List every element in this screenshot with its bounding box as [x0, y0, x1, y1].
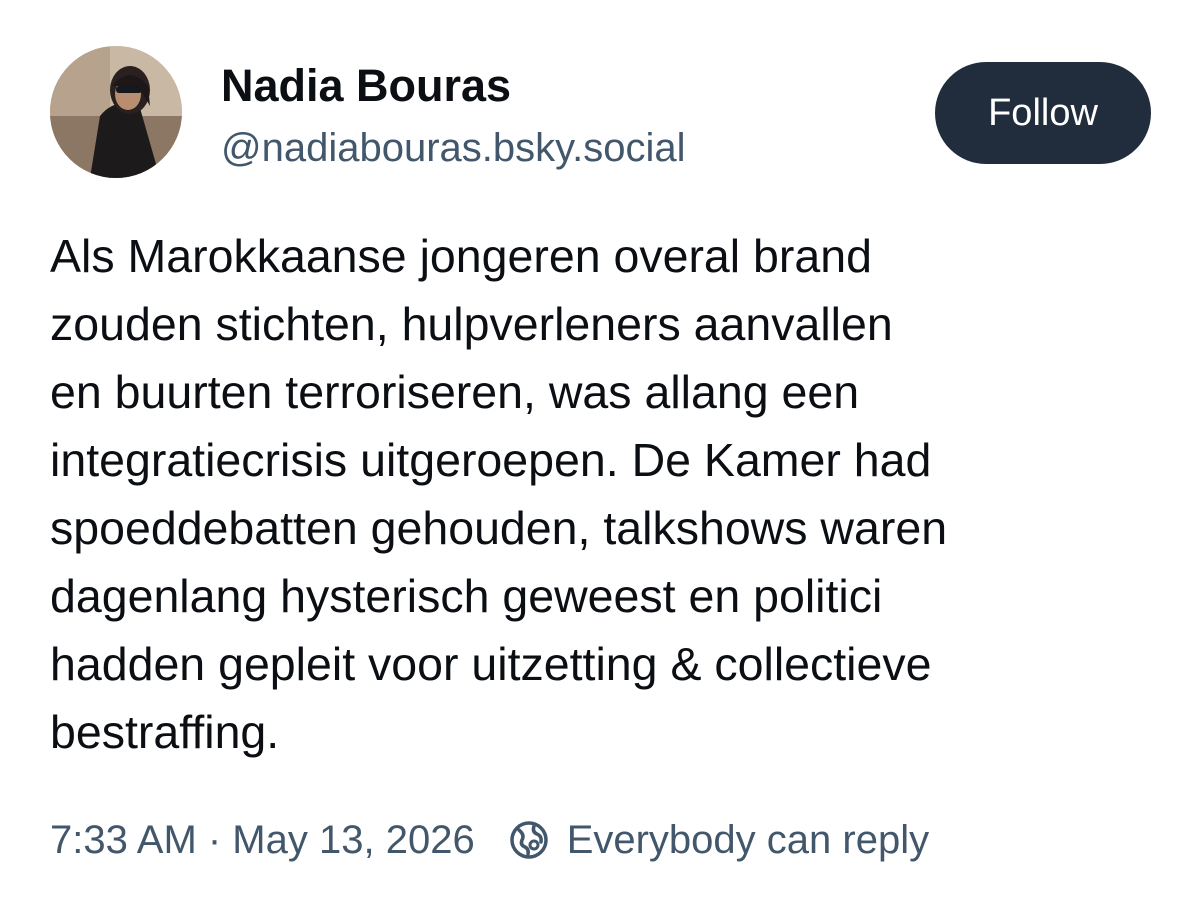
author-name[interactable]: Nadia Bouras: [221, 58, 511, 114]
post-text-line: en buurten terroriseren, was allang een: [50, 366, 860, 418]
author-avatar[interactable]: [50, 46, 182, 178]
post-timestamp[interactable]: 7:33 AM · May 13, 2026: [50, 818, 475, 863]
author-handle[interactable]: @nadiabouras.bsky.social: [221, 120, 686, 176]
post-text-line: bestraffing.: [50, 706, 280, 758]
post-text-line: Als Marokkaanse jongeren overal brand: [50, 230, 872, 282]
post-text: Als Marokkaanse jongeren overal brand zo…: [50, 222, 1160, 766]
post-meta: 7:33 AM · May 13, 2026 Everybody can rep…: [50, 812, 929, 868]
post-text-line: hadden gepleit voor uitzetting & collect…: [50, 638, 932, 690]
globe-icon: [507, 818, 551, 862]
follow-button[interactable]: Follow: [935, 62, 1151, 164]
post-card: Nadia Bouras @nadiabouras.bsky.social Fo…: [0, 0, 1200, 906]
post-text-line: dagenlang hysterisch geweest en politici: [50, 570, 883, 622]
avatar-photo: [50, 46, 182, 178]
post-text-line: zouden stichten, hulpverleners aanvallen: [50, 298, 893, 350]
reply-setting-label: Everybody can reply: [566, 817, 930, 862]
post-text-line: spoeddebatten gehouden, talkshows waren: [50, 502, 948, 554]
post-text-line: integratiecrisis uitgeroepen. De Kamer h…: [50, 434, 932, 486]
